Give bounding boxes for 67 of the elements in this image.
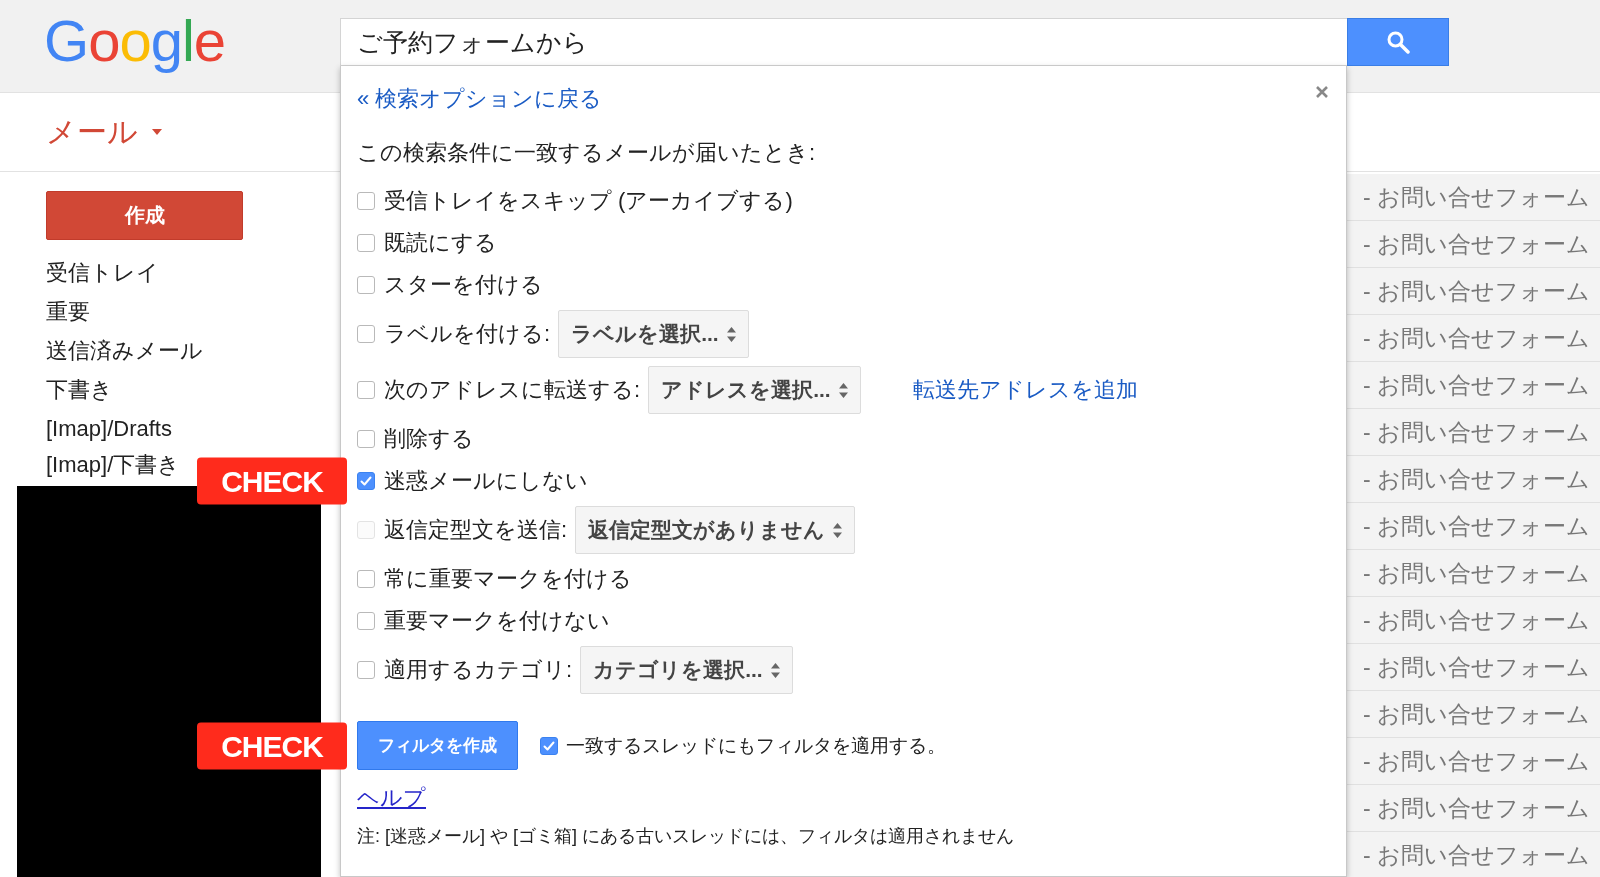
checkbox[interactable] bbox=[357, 661, 375, 679]
note-text: 注: [迷惑メール] や [ゴミ箱] にある古いスレッドには、フィルタは適用されません bbox=[357, 825, 1015, 848]
up-down-arrows-icon bbox=[833, 522, 843, 538]
checkbox[interactable] bbox=[357, 430, 375, 448]
create-filter-button[interactable]: フィルタを作成 bbox=[357, 721, 518, 770]
dialog-heading: この検索条件に一致するメールが届いたとき: bbox=[357, 139, 817, 167]
annotation-tag: CHECK bbox=[197, 722, 347, 769]
checkbox[interactable] bbox=[357, 325, 375, 343]
option-label: 次のアドレスに転送する: bbox=[384, 376, 641, 404]
checkbox[interactable] bbox=[357, 234, 375, 252]
option-label: 返信定型文を送信: bbox=[384, 516, 568, 544]
nav-item[interactable]: [Imap]/Drafts bbox=[46, 409, 172, 448]
search-field[interactable]: ご予約フォームから bbox=[340, 18, 1347, 66]
dropdown-select[interactable]: アドレスを選択... bbox=[648, 366, 861, 414]
checkbox[interactable] bbox=[540, 736, 558, 755]
mail-row[interactable]: - お問い合せフォーム bbox=[1347, 503, 1600, 550]
logo[interactable]: Google bbox=[44, 8, 226, 74]
option-label: 一致するスレッドにもフィルタを適用する。 bbox=[566, 733, 946, 758]
caret-icon bbox=[152, 129, 162, 135]
checkbox[interactable] bbox=[357, 276, 375, 294]
mail-row[interactable]: - お問い合せフォーム bbox=[1347, 785, 1600, 832]
option-label: ラベルを付ける: bbox=[384, 320, 551, 348]
mail-row[interactable]: - お問い合せフォーム bbox=[1347, 738, 1600, 785]
mail-row[interactable]: - お問い合せフォーム bbox=[1347, 597, 1600, 644]
mail-row[interactable]: - お問い合せフォーム bbox=[1347, 315, 1600, 362]
option-label: 適用するカテゴリ: bbox=[384, 656, 573, 684]
checkbox[interactable] bbox=[357, 192, 375, 210]
back-link[interactable]: « 検索オプションに戻る bbox=[357, 84, 603, 114]
compose-button[interactable]: 作成 bbox=[46, 191, 243, 240]
search-icon bbox=[1386, 30, 1410, 54]
mail-row[interactable]: - お問い合せフォーム bbox=[1347, 456, 1600, 503]
mail-row[interactable]: - お問い合せフォーム bbox=[1347, 409, 1600, 456]
mail-row[interactable]: - お問い合せフォーム bbox=[1347, 691, 1600, 738]
mail-row[interactable]: - お問い合せフォーム bbox=[1347, 268, 1600, 315]
up-down-arrows-icon bbox=[726, 326, 736, 342]
dropdown-select[interactable]: ラベルを選択... bbox=[558, 310, 749, 358]
help-link[interactable]: ヘルプ bbox=[357, 783, 426, 813]
nav-item[interactable]: 送信済みメール bbox=[46, 331, 203, 370]
close-icon[interactable] bbox=[1316, 86, 1328, 98]
option-label: 受信トレイをスキップ (アーカイブする) bbox=[384, 187, 793, 215]
option-label: 迷惑メールにしない bbox=[384, 467, 588, 495]
option-label: 既読にする bbox=[384, 229, 497, 257]
checkbox[interactable] bbox=[357, 612, 375, 630]
option-label: スターを付ける bbox=[384, 271, 543, 299]
dropdown-select[interactable]: カテゴリを選択... bbox=[580, 646, 793, 694]
nav-item[interactable]: 下書き bbox=[46, 370, 113, 409]
nav-item[interactable]: 重要 bbox=[46, 292, 90, 331]
mail-row[interactable]: - お問い合せフォーム bbox=[1347, 832, 1600, 877]
option-label: 削除する bbox=[384, 425, 474, 453]
option-label: 常に重要マークを付ける bbox=[384, 565, 632, 593]
mail-row[interactable]: - お問い合せフォーム bbox=[1347, 644, 1600, 691]
nav-item[interactable]: 受信トレイ bbox=[46, 253, 159, 292]
add-forwarding-address-link[interactable]: 転送先アドレスを追加 bbox=[912, 375, 1138, 405]
mail-row[interactable]: - お問い合せフォーム bbox=[1347, 550, 1600, 597]
mail-menu-dropdown[interactable]: メール bbox=[46, 111, 162, 153]
checkbox[interactable] bbox=[357, 381, 375, 399]
nav-item[interactable]: [Imap]/下書き bbox=[46, 448, 181, 482]
search-button[interactable] bbox=[1347, 18, 1449, 66]
mail-row[interactable]: - お問い合せフォーム bbox=[1347, 174, 1600, 221]
checkbox[interactable] bbox=[357, 570, 375, 588]
option-label: 重要マークを付けない bbox=[384, 607, 610, 635]
mail-row[interactable]: - お問い合せフォーム bbox=[1347, 362, 1600, 409]
annotation-tag: CHECK bbox=[197, 457, 347, 505]
up-down-arrows-icon bbox=[770, 662, 780, 678]
checkbox[interactable] bbox=[357, 472, 375, 490]
up-down-arrows-icon bbox=[838, 382, 848, 398]
mail-row[interactable]: - お問い合せフォーム bbox=[1347, 221, 1600, 268]
